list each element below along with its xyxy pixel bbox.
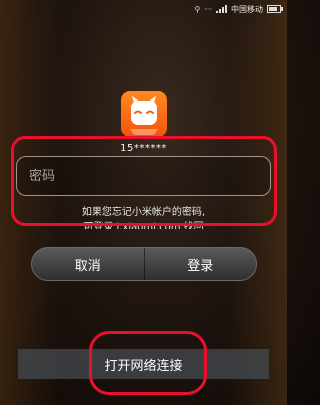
hint-line-1: 如果您忘记小米帐户的密码, [81,207,206,218]
background-glow-left [0,0,60,405]
password-field[interactable] [16,156,271,196]
cancel-button[interactable]: 取消 [32,248,144,280]
account-id: 15****** [120,143,167,154]
forgot-password-hint: 如果您忘记小米帐户的密码, 可登录 i.xiaomi.com 找回 [0,205,287,229]
password-input[interactable] [27,167,260,185]
background-glow-right [227,0,287,405]
login-button[interactable]: 登录 [145,248,257,280]
action-button-group: 取消 登录 [31,247,257,281]
status-bar: ⚲ ··· 中国移动 [0,0,287,18]
notification-dots-icon: ··· [204,4,212,14]
carrier-name: 中国移动 [231,4,263,14]
battery-icon [267,5,283,13]
usb-icon: ⚲ [194,4,201,14]
open-network-button[interactable]: 打开网络连接 [18,349,269,379]
signal-icon [216,5,227,13]
mi-bunny-icon [121,91,167,137]
hint-line-2: 可登录 i.xiaomi.com 找回 [83,222,204,229]
